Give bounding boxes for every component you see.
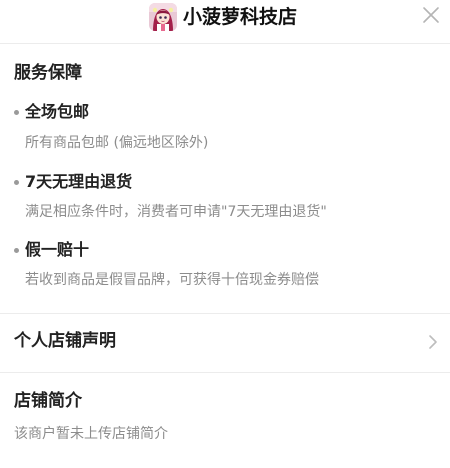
store-statement-row[interactable]: 个人店铺声明 (0, 314, 450, 372)
service-item-title: 7天无理由退货 (25, 172, 133, 191)
store-logo-icon (149, 3, 177, 31)
service-item-desc: 所有商品包邮 (偏远地区除外) (25, 135, 209, 151)
chevron-right-icon (429, 335, 437, 349)
section-divider (0, 372, 450, 373)
store-statement-label: 个人店铺声明 (14, 331, 116, 351)
store-header: 小菠萝科技店 (0, 0, 450, 40)
bullet-dot (14, 248, 19, 253)
store-intro-desc: 该商户暂未上传店铺简介 (14, 426, 168, 442)
store-name: 小菠萝科技店 (183, 6, 298, 28)
service-item-desc: 满足相应条件时，消费者可申请"7天无理由退货" (25, 204, 327, 220)
header-divider (0, 43, 450, 44)
service-item-title: 全场包邮 (25, 102, 90, 121)
bullet-dot (14, 180, 19, 185)
bullet-dot (14, 110, 19, 115)
service-section-title: 服务保障 (14, 63, 82, 83)
service-item-title: 假一赔十 (25, 240, 90, 259)
close-button[interactable] (420, 4, 442, 26)
store-intro-title: 店铺简介 (14, 391, 82, 411)
service-item-desc: 若收到商品是假冒品牌，可获得十倍现金券赔偿 (25, 272, 319, 288)
close-icon (423, 7, 439, 23)
